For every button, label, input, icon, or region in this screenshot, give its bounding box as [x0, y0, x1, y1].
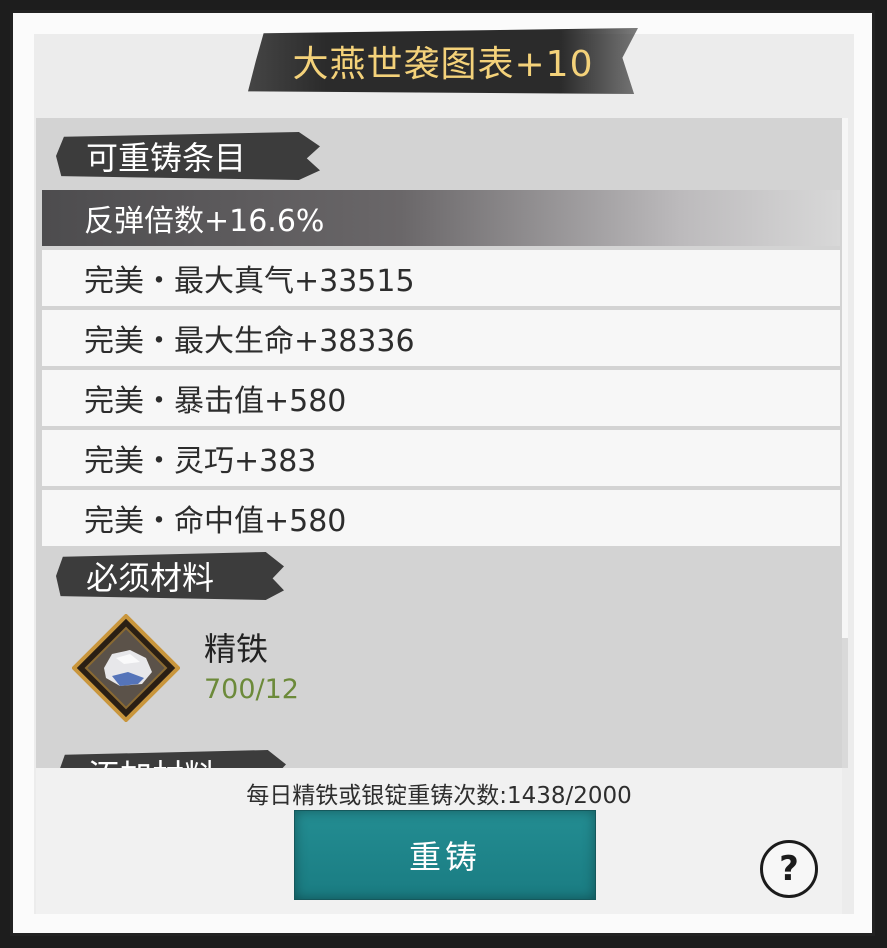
reforge-entry[interactable]: 反弹倍数+16.6%: [42, 190, 840, 246]
reforge-list[interactable]: 可重铸条目 反弹倍数+16.6% 完美・最大真气+33515 完美・最大生命+3…: [36, 118, 842, 768]
reforge-entry-label: 完美・最大生命+38336: [84, 324, 415, 359]
material-name: 精铁: [204, 630, 269, 668]
reforge-entry-label: 完美・命中值+580: [84, 504, 347, 539]
item-title: 大燕世袭图表+10: [292, 44, 594, 85]
help-icon-glyph: ?: [779, 849, 799, 889]
section-header-label: 添加材料: [88, 751, 216, 768]
help-icon[interactable]: ?: [760, 840, 818, 898]
daily-reforge-count: 每日精铁或银锭重铸次数:1438/2000: [246, 783, 632, 809]
section-header-label: 可重铸条目: [86, 139, 247, 177]
scrollbar[interactable]: [842, 118, 848, 768]
reforge-entry[interactable]: 完美・暴击值+580: [42, 370, 840, 426]
scrollbar-thumb[interactable]: [842, 118, 848, 638]
section-header-label: 必须材料: [86, 559, 215, 597]
reforge-entry-label: 反弹倍数+16.6%: [84, 204, 325, 239]
section-header-reforgeable: 可重铸条目: [56, 132, 320, 180]
reforge-entry[interactable]: 完美・最大真气+33515: [42, 250, 840, 306]
bottom-bar: 每日精铁或银锭重铸次数:1438/2000 重铸 ?: [36, 768, 842, 914]
section-header-required-materials: 必须材料: [56, 552, 284, 600]
reforge-entry-label: 完美・最大真气+33515: [84, 264, 415, 299]
reforge-entry[interactable]: 完美・灵巧+383: [42, 430, 840, 486]
reforge-entry-label: 完美・暴击值+580: [84, 384, 347, 419]
reforge-entry[interactable]: 完美・命中值+580: [42, 490, 840, 546]
title-banner: 大燕世袭图表+10: [248, 28, 638, 94]
material-count: 700/12: [204, 674, 299, 705]
reforge-button[interactable]: 重铸: [294, 810, 596, 900]
reforge-entry-label: 完美・灵巧+383: [84, 444, 317, 479]
reforge-entry[interactable]: 完美・最大生命+38336: [42, 310, 840, 366]
section-header-add-materials: 添加材料: [58, 750, 286, 768]
iron-ore-icon[interactable]: [72, 614, 180, 722]
reforge-button-label: 重铸: [408, 838, 481, 876]
